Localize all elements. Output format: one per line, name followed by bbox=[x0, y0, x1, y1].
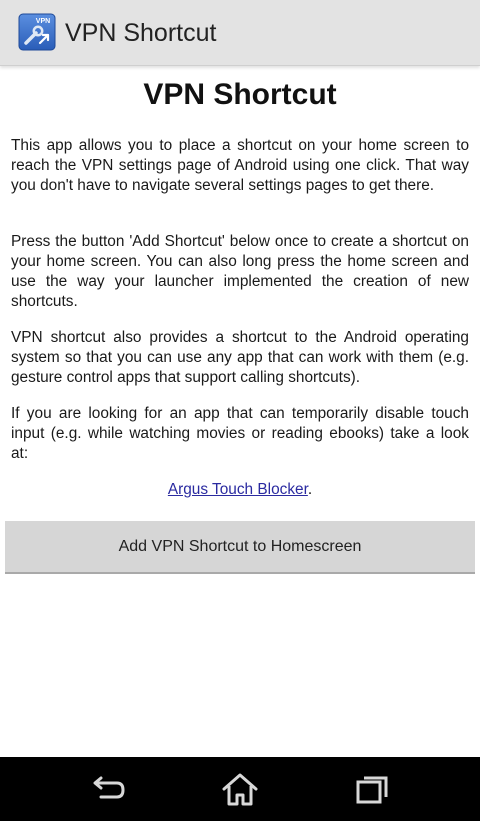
svg-text:VPN: VPN bbox=[36, 18, 50, 25]
action-bar: VPN VPN Shortcut bbox=[0, 0, 480, 66]
home-icon[interactable] bbox=[220, 771, 260, 807]
link-line: Argus Touch Blocker. bbox=[0, 480, 480, 500]
screen: VPN VPN Shortcut VPN Shortcut This app a… bbox=[0, 0, 480, 821]
back-icon[interactable] bbox=[87, 771, 127, 807]
touch-blocker-paragraph: If you are looking for an app that can t… bbox=[11, 405, 469, 462]
add-shortcut-button[interactable]: Add VPN Shortcut to Homescreen bbox=[5, 521, 475, 574]
page-heading: VPN Shortcut bbox=[143, 78, 337, 111]
recents-icon[interactable] bbox=[353, 771, 393, 807]
app-title: VPN Shortcut bbox=[65, 19, 217, 47]
instructions-paragraph: Press the button 'Add Shortcut' below on… bbox=[11, 233, 469, 310]
link-suffix: . bbox=[307, 481, 313, 498]
vpn-shortcut-app-icon[interactable]: VPN bbox=[18, 13, 56, 51]
navigation-bar bbox=[0, 757, 480, 821]
os-shortcut-paragraph: VPN shortcut also provides a shortcut to… bbox=[11, 329, 469, 386]
intro-paragraph: This app allows you to place a shortcut … bbox=[11, 137, 469, 194]
argus-touch-blocker-link[interactable]: Argus Touch Blocker bbox=[168, 481, 308, 498]
